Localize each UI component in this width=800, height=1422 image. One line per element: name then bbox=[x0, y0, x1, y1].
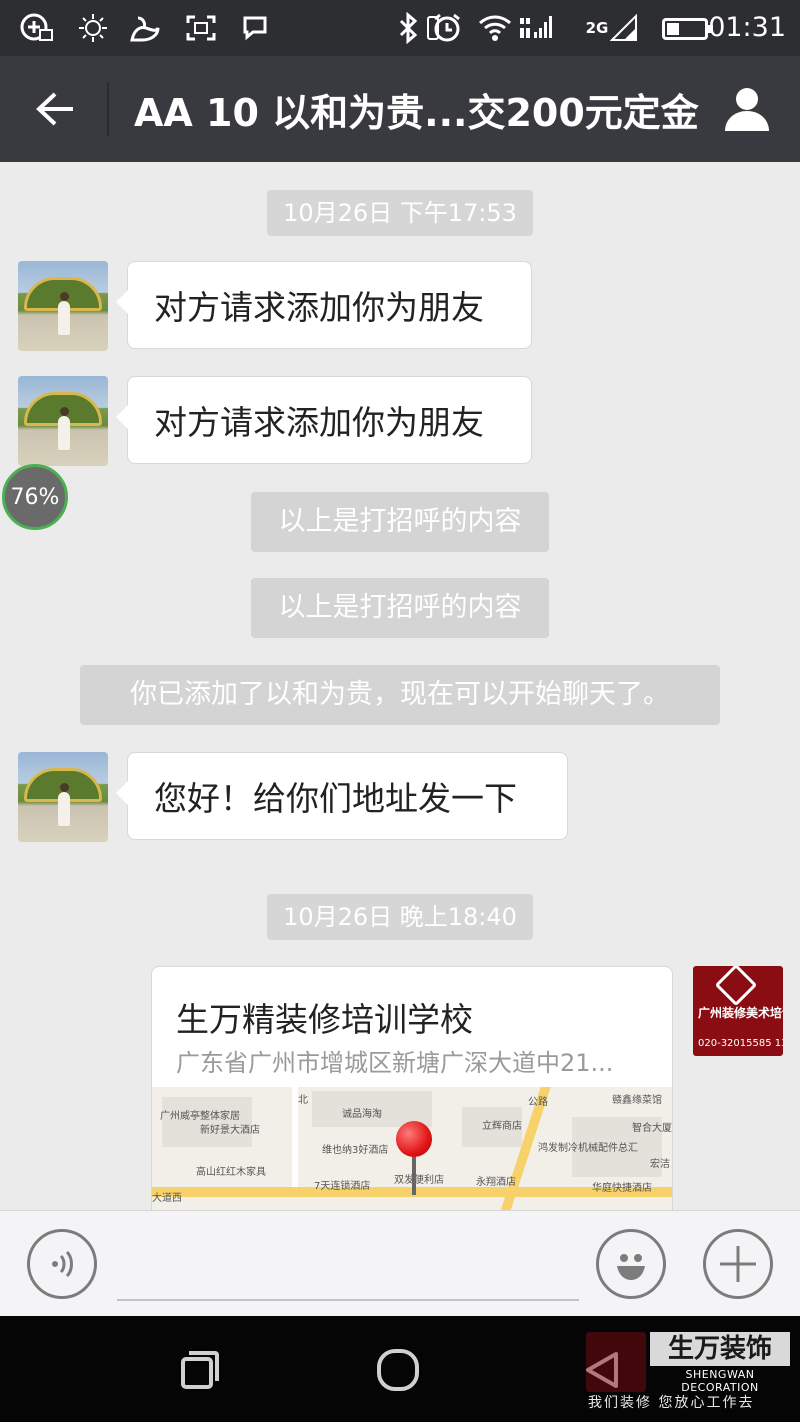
plus-icon bbox=[720, 1246, 756, 1282]
sender-logo-text: 广州装修美术培训学校 bbox=[698, 1006, 783, 1020]
input-bar bbox=[0, 1210, 800, 1316]
map-label: 立辉商店 bbox=[482, 1121, 522, 1132]
map-label: 7天连锁酒店 bbox=[314, 1181, 371, 1192]
location-address: 广东省广州市增城区新塘广深大道中21... bbox=[176, 1049, 614, 1077]
sender-logo-phone: 020-32015585 13711230258 bbox=[698, 1038, 783, 1049]
message-add-icon bbox=[20, 12, 54, 44]
map-label: 北 bbox=[298, 1095, 308, 1106]
message-bubble[interactable]: 对方请求添加你为朋友 bbox=[116, 261, 532, 349]
watermark-slogan: 我们装修 您放心工作去 bbox=[588, 1395, 755, 1411]
map-label: 公路 bbox=[528, 1097, 548, 1108]
chat-info-button[interactable] bbox=[716, 78, 778, 140]
more-button[interactable] bbox=[703, 1229, 773, 1299]
alarm-icon bbox=[430, 12, 464, 44]
timestamp: 10月26日 下午17:53 bbox=[267, 190, 533, 236]
map-label: 广州威亭整体家居 bbox=[160, 1111, 240, 1122]
map-label: 高山红红木家具 bbox=[196, 1167, 266, 1178]
map-label: 永翔酒店 bbox=[476, 1177, 516, 1188]
sender-avatar[interactable]: 广州装修美术培训学校 020-32015585 13711230258 bbox=[693, 966, 783, 1056]
message-input[interactable] bbox=[117, 1251, 579, 1301]
chat-icon bbox=[238, 12, 272, 44]
contact-avatar[interactable] bbox=[18, 376, 108, 466]
map-label: 华庭快捷酒店 bbox=[592, 1183, 652, 1194]
back-button[interactable] bbox=[20, 74, 90, 144]
status-bar: 2G 01:31 bbox=[0, 0, 800, 56]
contact-avatar[interactable] bbox=[18, 752, 108, 842]
map-pin-icon bbox=[396, 1121, 432, 1157]
watermark-logo-icon bbox=[586, 1332, 646, 1392]
message-bubble[interactable]: 您好！给你们地址发一下 bbox=[116, 752, 568, 840]
signal-2g-icon: 2G bbox=[582, 12, 642, 44]
battery-icon bbox=[662, 18, 713, 40]
brightness-icon bbox=[76, 12, 110, 44]
network-label: 2G bbox=[585, 19, 609, 37]
home-icon bbox=[377, 1349, 419, 1391]
watermark-english: SHENGWAN DECORATION bbox=[681, 1368, 759, 1394]
chat-title: AA 10 以和为贵...交200元定金 bbox=[134, 91, 699, 135]
header-divider bbox=[107, 82, 109, 136]
logo-mark-icon bbox=[714, 966, 758, 1007]
system-message: 以上是打招呼的内容 bbox=[251, 492, 549, 552]
map-label: 双发便利店 bbox=[394, 1175, 444, 1186]
map-label: 诚品海淘 bbox=[342, 1109, 382, 1120]
signal-icon bbox=[518, 12, 552, 44]
voice-button[interactable] bbox=[27, 1229, 97, 1299]
system-message: 以上是打招呼的内容 bbox=[251, 578, 549, 638]
clock: 01:31 bbox=[708, 12, 786, 43]
recent-apps-icon bbox=[181, 1351, 219, 1389]
watermark: 生万装饰 SHENGWAN DECORATION 我们装修 您放心工作去 bbox=[586, 1332, 792, 1411]
map-label: 鸿发制冷机械配件总汇 bbox=[538, 1143, 638, 1154]
home-button[interactable] bbox=[368, 1340, 428, 1400]
timestamp: 10月26日 晚上18:40 bbox=[267, 894, 533, 940]
message-bubble[interactable]: 对方请求添加你为朋友 bbox=[116, 376, 532, 464]
emoji-button[interactable] bbox=[596, 1229, 666, 1299]
voice-icon bbox=[52, 1250, 73, 1278]
emoji-icon bbox=[617, 1254, 645, 1280]
map-label: 智合大厦 bbox=[632, 1123, 672, 1134]
uc-browser-icon bbox=[128, 12, 162, 44]
map-pin-stick bbox=[412, 1155, 416, 1195]
location-message-card[interactable]: 生万精装修培训学校 广东省广州市增城区新塘广深大道中21... 北 诚品海淘 立… bbox=[151, 966, 673, 1226]
chat-header: AA 10 以和为贵...交200元定金 bbox=[0, 56, 800, 162]
arrow-left-icon bbox=[36, 92, 73, 126]
screenshot-icon bbox=[184, 12, 218, 44]
wifi-icon bbox=[478, 12, 512, 44]
location-map[interactable]: 北 诚品海淘 立辉商店 维也纳3好酒店 广州威亭整体家居 新好景大酒店 高山红红… bbox=[152, 1087, 672, 1225]
system-message: 你已添加了以和为贵，现在可以开始聊天了。 bbox=[80, 665, 720, 725]
progress-badge[interactable]: 76% bbox=[2, 464, 68, 530]
map-label: 新好景大酒店 bbox=[200, 1125, 260, 1136]
map-label: 大道西 bbox=[152, 1193, 182, 1204]
contact-avatar[interactable] bbox=[18, 261, 108, 351]
recent-apps-button[interactable] bbox=[170, 1340, 230, 1400]
map-label: 赣鑫缘菜馆 bbox=[612, 1095, 662, 1106]
location-name: 生万精装修培训学校 bbox=[176, 1000, 473, 1039]
watermark-name: 生万装饰 bbox=[650, 1332, 790, 1366]
map-label: 宏洁 bbox=[650, 1159, 670, 1170]
map-label: 维也纳3好酒店 bbox=[322, 1145, 389, 1156]
person-icon bbox=[725, 88, 769, 131]
